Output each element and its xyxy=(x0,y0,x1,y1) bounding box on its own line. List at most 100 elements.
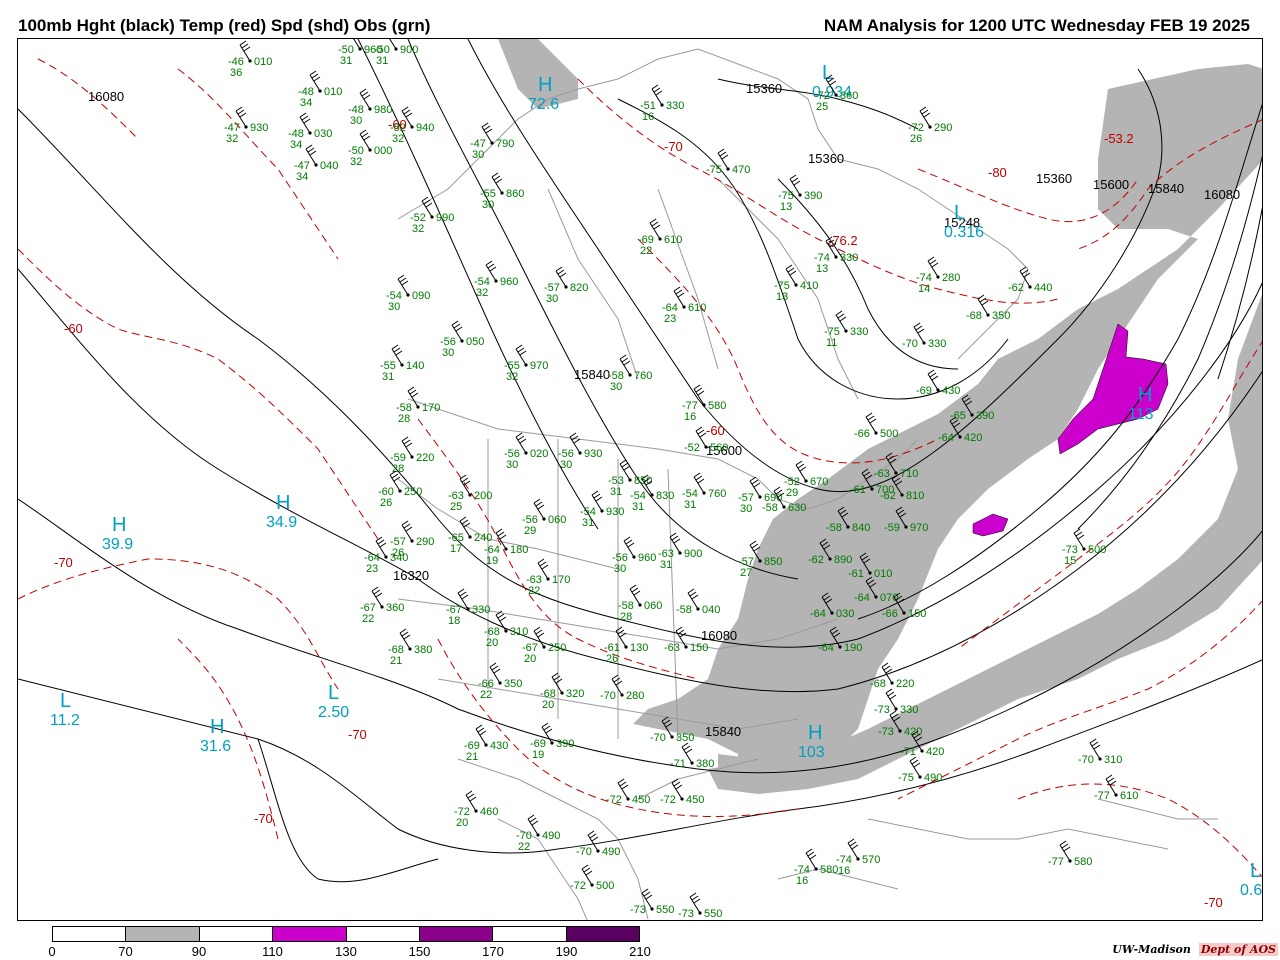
station-obs: -77 58016 xyxy=(682,384,726,423)
obs-height: 710 xyxy=(900,468,918,480)
obs-height: 140 xyxy=(406,360,424,372)
station-obs: -70 49022 xyxy=(516,814,560,853)
station-obs: -58 06028 xyxy=(618,584,662,623)
obs-dewpoint: 30 xyxy=(506,459,518,471)
station-obs: -75 39013 xyxy=(778,174,822,213)
legend-swatch xyxy=(566,927,639,941)
obs-dewpoint: 30 xyxy=(614,563,626,575)
obs-dewpoint: 19 xyxy=(532,749,544,761)
obs-dewpoint: 32 xyxy=(412,223,424,235)
obs-height: 420 xyxy=(964,432,982,444)
obs-temp: -70 xyxy=(1078,754,1094,766)
obs-height: 490 xyxy=(542,830,560,842)
obs-height: 330 xyxy=(928,338,946,350)
station-obs: -54 96032 xyxy=(474,260,518,299)
obs-height: 350 xyxy=(504,678,522,690)
station-obs: -60 25026 xyxy=(378,470,422,509)
temp-contour-label: -80 xyxy=(988,165,1007,180)
obs-dewpoint: 17 xyxy=(450,543,462,555)
obs-height: 560 xyxy=(710,442,728,454)
obs-height: 570 xyxy=(862,854,880,866)
station-obs: -51 33016 xyxy=(640,84,684,123)
legend-label: 210 xyxy=(629,944,651,959)
station-obs: -47 93032 xyxy=(224,106,268,145)
obs-dewpoint: 22 xyxy=(518,841,530,853)
obs-dewpoint: 16 xyxy=(796,875,808,887)
obs-dewpoint: 28 xyxy=(392,463,404,475)
temp-contour-label: -70 xyxy=(348,727,367,742)
obs-temp: -59 xyxy=(884,522,900,534)
station-obs: -54 09030 xyxy=(386,274,430,313)
obs-temp: -62 xyxy=(808,554,824,566)
height-contour-label: 16080 xyxy=(88,89,124,104)
obs-dewpoint: 11 xyxy=(826,337,837,349)
map-title: 100mb Hght (black) Temp (red) Spd (shd) … xyxy=(18,16,431,35)
station-obs: -69 430 xyxy=(916,369,960,397)
obs-height: 250 xyxy=(404,486,422,498)
obs-dewpoint: 34 xyxy=(300,97,312,109)
obs-height: 320 xyxy=(566,688,584,700)
height-contours xyxy=(18,39,1262,883)
center-symbol: L xyxy=(1250,860,1261,882)
obs-dewpoint: 32 xyxy=(476,287,488,299)
map-canvas: 16080153601536015360 15600 158401524815840… xyxy=(18,39,1262,920)
station-obs: -70 280 xyxy=(600,674,644,702)
obs-height: 310 xyxy=(1104,754,1122,766)
obs-temp: -66 xyxy=(882,608,898,620)
obs-height: 050 xyxy=(466,336,484,348)
legend-label: 0 xyxy=(48,944,56,959)
station-obs: -67 25020 xyxy=(522,626,566,665)
center-symbol: H xyxy=(1138,384,1152,406)
obs-temp: -71 xyxy=(900,746,916,758)
obs-dewpoint: 18 xyxy=(448,615,460,627)
obs-dewpoint: 27 xyxy=(740,567,752,579)
station-obs: -56 93030 xyxy=(558,432,602,471)
center-value: 31.6 xyxy=(200,738,231,755)
height-contour-label: 15840 xyxy=(705,724,741,739)
station-obs: -56 96030 xyxy=(612,536,656,575)
station-obs: -75 490 xyxy=(898,756,942,784)
obs-dewpoint: 19 xyxy=(486,555,498,567)
obs-temp: -61 xyxy=(850,484,866,496)
obs-dewpoint: 20 xyxy=(524,653,536,665)
obs-dewpoint: 21 xyxy=(390,655,402,667)
obs-height: 390 xyxy=(556,738,574,750)
obs-dewpoint: 26 xyxy=(910,133,922,145)
station-obs: -64 61023 xyxy=(662,286,706,325)
obs-height: 440 xyxy=(1034,282,1052,294)
station-obs: -73 50015 xyxy=(1062,528,1106,567)
center-symbol: L xyxy=(328,682,339,704)
obs-temp: -61 xyxy=(848,568,864,580)
obs-dewpoint: 13 xyxy=(776,291,788,303)
obs-height: 610 xyxy=(1120,790,1138,802)
obs-dewpoint: 20 xyxy=(542,699,554,711)
obs-height: 960 xyxy=(500,276,518,288)
obs-height: 000 xyxy=(374,145,392,157)
obs-dewpoint: 31 xyxy=(340,55,352,67)
obs-dewpoint: 22 xyxy=(362,613,374,625)
obs-temp: -60 xyxy=(18,39,34,42)
obs-dewpoint: 21 xyxy=(466,751,478,763)
obs-height: 040 xyxy=(702,604,720,616)
obs-height: 380 xyxy=(414,644,432,656)
station-obs: -52 99032 xyxy=(410,196,454,235)
obs-height: 940 xyxy=(416,122,434,134)
obs-dewpoint: 30 xyxy=(610,381,622,393)
obs-dewpoint: 30 xyxy=(482,199,494,211)
obs-height: 630 xyxy=(788,502,806,514)
obs-temp: -64 xyxy=(810,608,826,620)
center-value: 34.9 xyxy=(266,514,297,531)
obs-dewpoint: 34 xyxy=(290,139,302,151)
center-symbol: H xyxy=(112,514,126,536)
temp-contour-label: -60 xyxy=(64,321,83,336)
obs-height: 460 xyxy=(480,806,498,818)
obs-temp: -64 xyxy=(938,432,954,444)
obs-dewpoint: 25 xyxy=(450,501,462,513)
legend-label: 130 xyxy=(335,944,357,959)
obs-height: 670 xyxy=(810,476,828,488)
obs-dewpoint: 31 xyxy=(610,486,622,498)
obs-dewpoint: 32 xyxy=(506,371,518,383)
temp-contour-label: -60 xyxy=(706,423,725,438)
obs-height: 580 xyxy=(1074,856,1092,868)
center-value: 0.316 xyxy=(944,224,984,241)
